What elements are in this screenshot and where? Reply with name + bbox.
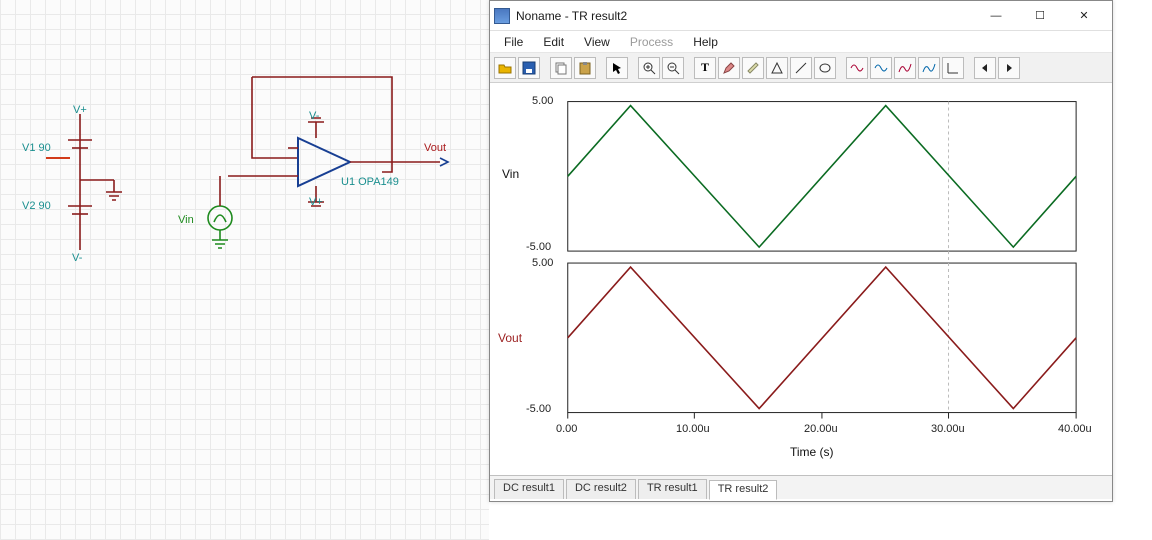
y1-label: Vin	[502, 167, 519, 181]
window-title: Noname - TR result2	[516, 9, 627, 23]
label-v1: V1 90	[22, 142, 51, 154]
menubar: File Edit View Process Help	[490, 31, 1112, 53]
y1-tick-bot: -5.00	[526, 241, 551, 253]
x-tick-2: 20.00u	[804, 423, 838, 435]
wave1-icon[interactable]	[846, 57, 868, 79]
tab-dc-result2[interactable]: DC result2	[566, 479, 636, 499]
label-vminus-supply: V-	[72, 252, 82, 264]
line-icon[interactable]	[790, 57, 812, 79]
ruler-icon[interactable]	[742, 57, 764, 79]
menu-process[interactable]: Process	[620, 33, 683, 51]
pencil-icon[interactable]	[718, 57, 740, 79]
angle-icon[interactable]	[942, 57, 964, 79]
nav-next-icon[interactable]	[998, 57, 1020, 79]
text-tool-icon[interactable]: T	[694, 57, 716, 79]
label-v2: V2 90	[22, 200, 51, 212]
shape-icon[interactable]	[766, 57, 788, 79]
wave2-icon[interactable]	[870, 57, 892, 79]
curve2-icon[interactable]	[918, 57, 940, 79]
y1-tick-top: 5.00	[532, 95, 553, 107]
y2-tick-top: 5.00	[532, 257, 553, 269]
app-icon	[494, 8, 510, 24]
window-close-button[interactable]: ✕	[1062, 2, 1106, 30]
label-amp-vminus: V-	[309, 110, 319, 122]
tab-tr-result2[interactable]: TR result2	[709, 480, 778, 500]
tabs-bar: DC result1 DC result2 TR result1 TR resu…	[490, 475, 1112, 499]
y2-label: Vout	[498, 331, 522, 345]
label-vplus-supply: V+	[73, 104, 87, 116]
curve1-icon[interactable]	[894, 57, 916, 79]
label-opamp: U1 OPA149	[341, 176, 399, 188]
label-amp-vplus: V+	[309, 196, 323, 208]
x-tick-0: 0.00	[556, 423, 577, 435]
window-maximize-button[interactable]: ☐	[1018, 2, 1062, 30]
window-minimize-button[interactable]: —	[974, 2, 1018, 30]
zoom-out-icon[interactable]	[662, 57, 684, 79]
copy-icon[interactable]	[550, 57, 572, 79]
schematic-canvas[interactable]: V+ V1 90 V2 90 V- V- V+ U1 OPA149 Vin Vo…	[0, 0, 489, 540]
paste-icon[interactable]	[574, 57, 596, 79]
toolbar: T	[490, 53, 1112, 83]
plot-area[interactable]: 5.00 -5.00 Vin 5.00 -5.00 Vout 0.00 10.0…	[490, 83, 1112, 475]
x-tick-1: 10.00u	[676, 423, 710, 435]
menu-edit[interactable]: Edit	[533, 33, 574, 51]
titlebar[interactable]: Noname - TR result2 — ☐ ✕	[490, 1, 1112, 31]
y2-tick-bot: -5.00	[526, 403, 551, 415]
x-axis-label: Time (s)	[790, 445, 834, 459]
result-window: Noname - TR result2 — ☐ ✕ File Edit View…	[489, 0, 1113, 502]
label-vout: Vout	[424, 142, 446, 154]
x-tick-4: 40.00u	[1058, 423, 1092, 435]
menu-help[interactable]: Help	[683, 33, 728, 51]
label-vin-src: Vin	[178, 214, 194, 226]
save-icon[interactable]	[518, 57, 540, 79]
x-tick-3: 30.00u	[931, 423, 965, 435]
tab-tr-result1[interactable]: TR result1	[638, 479, 707, 499]
nav-prev-icon[interactable]	[974, 57, 996, 79]
menu-file[interactable]: File	[494, 33, 533, 51]
tab-dc-result1[interactable]: DC result1	[494, 479, 564, 499]
menu-view[interactable]: View	[574, 33, 620, 51]
ellipse-icon[interactable]	[814, 57, 836, 79]
cursor-icon[interactable]	[606, 57, 628, 79]
folder-open-icon[interactable]	[494, 57, 516, 79]
zoom-in-icon[interactable]	[638, 57, 660, 79]
